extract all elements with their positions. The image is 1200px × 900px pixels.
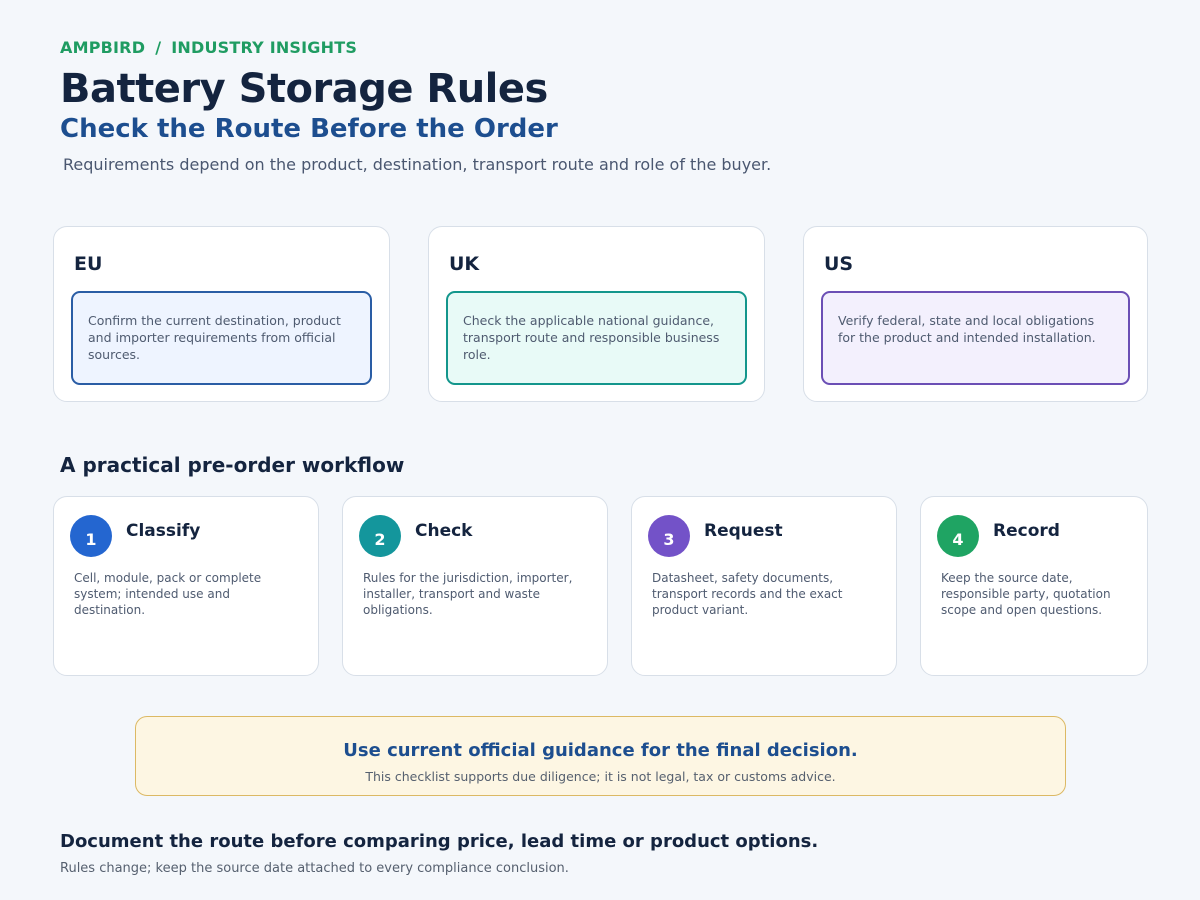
region-card-eu: EU Confirm the current destination, prod…: [53, 226, 390, 402]
step-number-badge: 1: [70, 515, 112, 557]
step-card-request: 3 Request Datasheet, safety documents, t…: [631, 496, 897, 676]
footer-text: Rules change; keep the source date attac…: [60, 861, 569, 876]
breadcrumb-section-link[interactable]: INDUSTRY INSIGHTS: [171, 38, 357, 57]
region-card-us: US Verify federal, state and local oblig…: [803, 226, 1148, 402]
breadcrumb-brand-link[interactable]: AMPBIRD: [60, 38, 145, 57]
region-title: US: [824, 253, 854, 275]
step-number-badge: 2: [359, 515, 401, 557]
step-description: Rules for the jurisdiction, importer, in…: [363, 571, 573, 617]
step-card-classify: 1 Classify Cell, module, pack or complet…: [53, 496, 319, 676]
breadcrumb-separator: /: [155, 38, 162, 57]
callout-title: Use current official guidance for the fi…: [343, 740, 858, 761]
region-note: Confirm the current destination, product…: [71, 291, 372, 385]
page-subtitle: Check the Route Before the Order: [60, 114, 558, 144]
step-number-badge: 3: [648, 515, 690, 557]
breadcrumb: AMPBIRD / INDUSTRY INSIGHTS: [60, 38, 357, 57]
region-note: Check the applicable national guidance, …: [446, 291, 747, 385]
callout-text: This checklist supports due diligence; i…: [365, 769, 836, 784]
region-title: UK: [449, 253, 480, 275]
step-description: Datasheet, safety documents, transport r…: [652, 571, 843, 617]
step-number-badge: 4: [937, 515, 979, 557]
intro-text: Requirements depend on the product, dest…: [63, 155, 772, 174]
disclaimer-callout: Use current official guidance for the fi…: [135, 716, 1066, 796]
step-title: Record: [993, 521, 1060, 541]
step-card-check: 2 Check Rules for the jurisdiction, impo…: [342, 496, 608, 676]
region-note: Verify federal, state and local obligati…: [821, 291, 1130, 385]
step-title: Request: [704, 521, 783, 541]
footer-title: Document the route before comparing pric…: [60, 831, 819, 852]
step-title: Check: [415, 521, 473, 541]
step-card-record: 4 Record Keep the source date, responsib…: [920, 496, 1148, 676]
page-title: Battery Storage Rules: [60, 66, 548, 112]
workflow-heading: A practical pre-order workflow: [60, 453, 405, 477]
step-title: Classify: [126, 521, 201, 541]
step-description: Cell, module, pack or complete system; i…: [74, 571, 262, 617]
region-card-uk: UK Check the applicable national guidanc…: [428, 226, 765, 402]
step-description: Keep the source date, responsible party,…: [941, 571, 1111, 617]
region-title: EU: [74, 253, 103, 275]
